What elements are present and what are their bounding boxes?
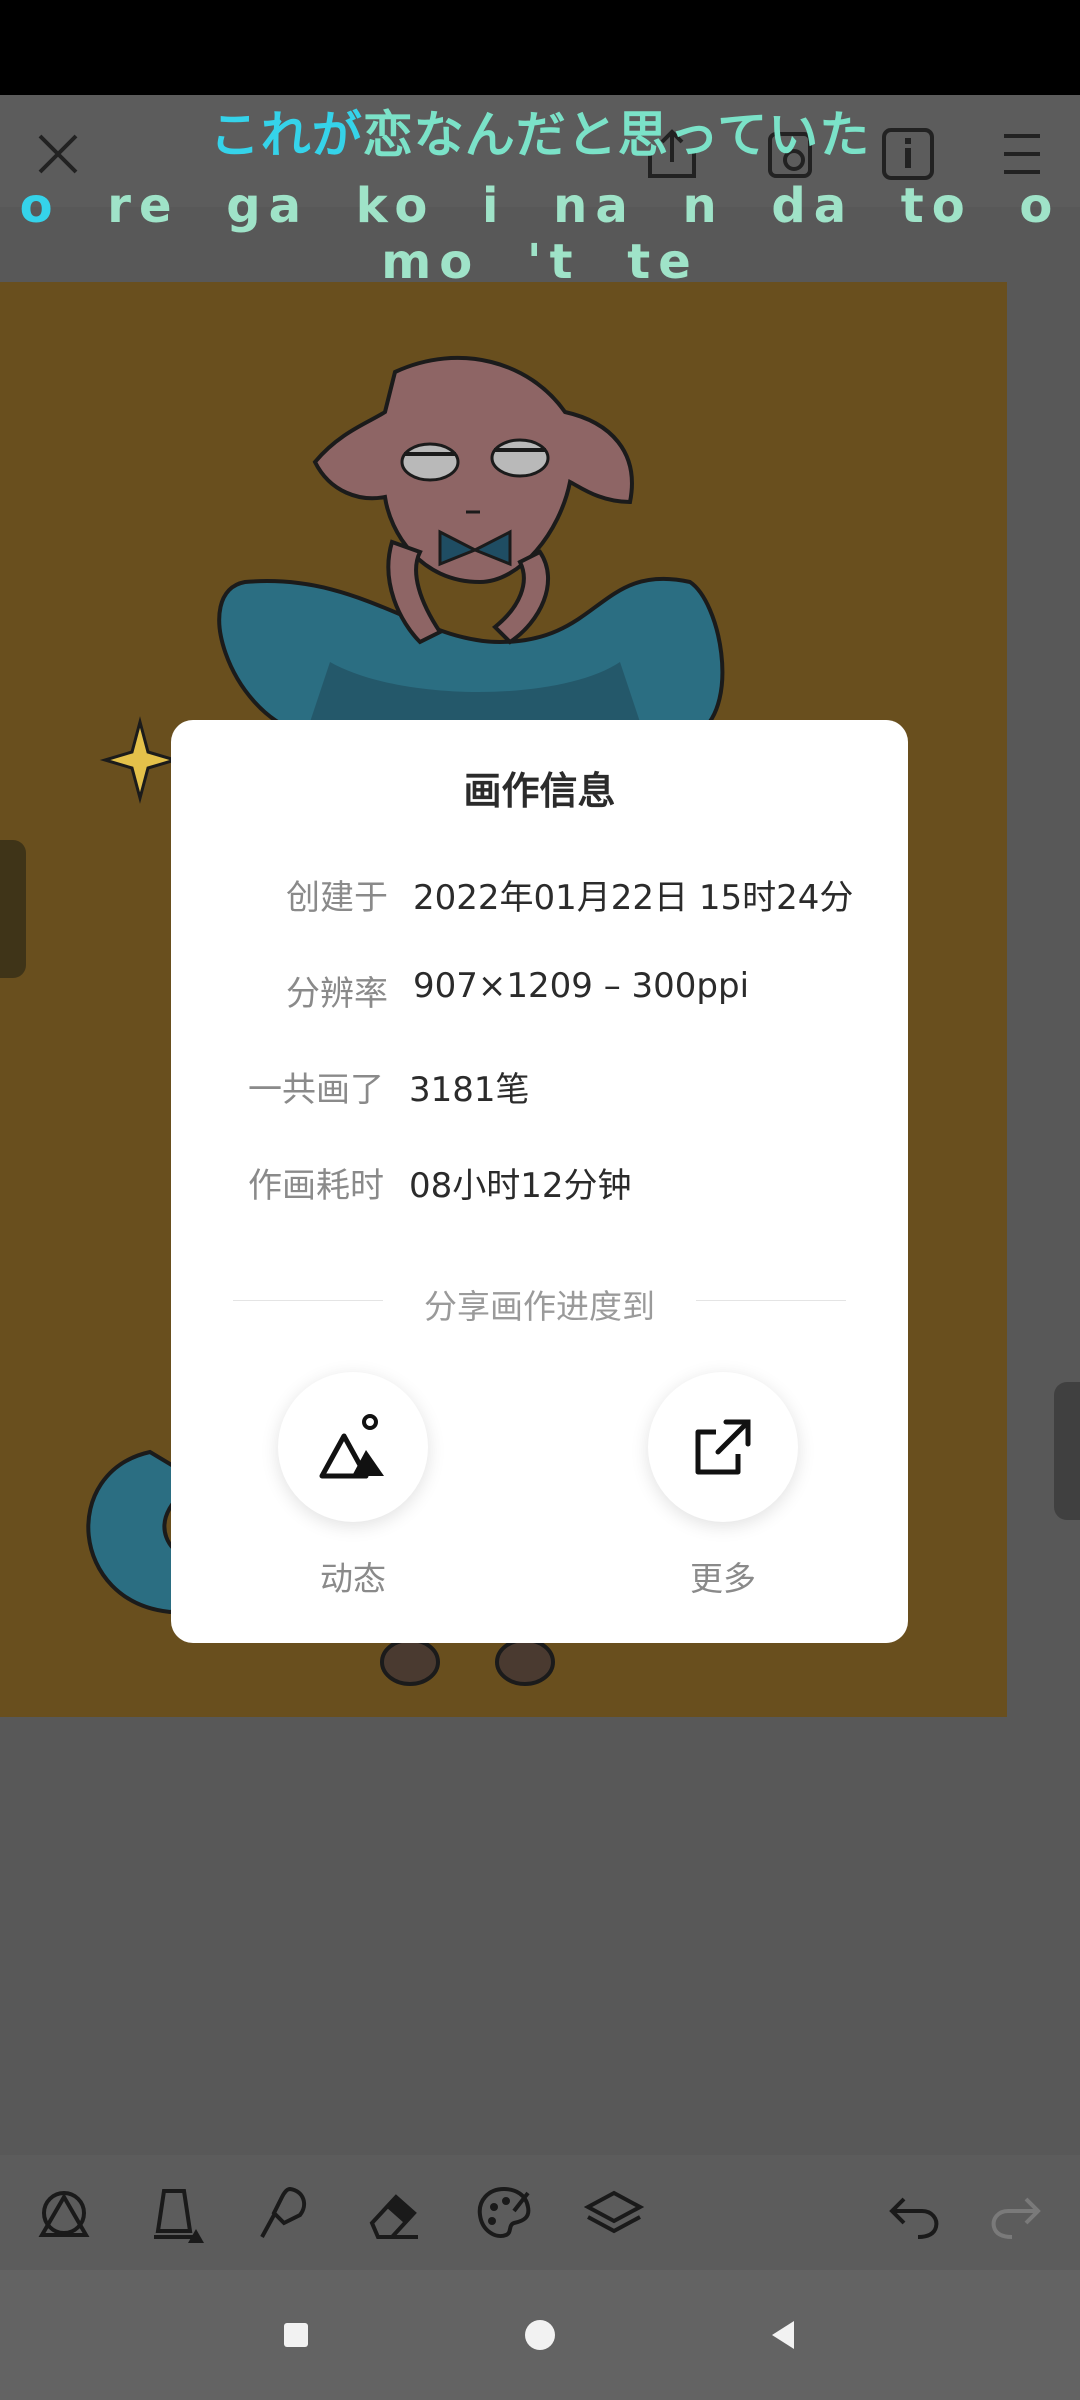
info-label: 作画耗时 (248, 1166, 384, 1206)
eraser-tool-icon[interactable] (364, 2183, 424, 2243)
artwork-info-dialog: 画作信息 创建于 2022年01月22日 15时24分 分辨率 907×1209… (171, 720, 908, 1643)
palette-icon[interactable] (474, 2183, 534, 2243)
share-heading: 分享画作进度到 (233, 1280, 846, 1326)
divider (696, 1300, 846, 1301)
home-icon[interactable] (520, 2315, 560, 2355)
share-icon[interactable] (760, 122, 824, 186)
redo-icon[interactable] (986, 2183, 1046, 2243)
info-value: 907×1209 – 300ppi (413, 966, 750, 1006)
undo-icon[interactable] (884, 2183, 944, 2243)
info-row-duration: 作画耗时 08小时12分钟 (171, 1158, 908, 1218)
shape-tool-icon[interactable] (34, 2183, 94, 2243)
info-label: 一共画了 (248, 1070, 384, 1110)
share-more-label: 更多 (690, 1559, 756, 1598)
back-icon[interactable] (764, 2315, 804, 2355)
info-icon[interactable] (876, 122, 940, 186)
moments-icon[interactable] (278, 1372, 428, 1522)
external-link-icon[interactable] (648, 1372, 798, 1522)
dialog-title: 画作信息 (463, 769, 616, 813)
left-slider-handle[interactable] (0, 840, 26, 978)
share-more-button[interactable]: 更多 (648, 1372, 798, 1600)
export-icon[interactable] (640, 122, 704, 186)
share-heading-text: 分享画作进度到 (424, 1287, 655, 1326)
info-row-strokes: 一共画了 3181笔 (171, 1062, 908, 1122)
info-row-created: 创建于 2022年01月22日 15时24分 (171, 870, 908, 930)
info-label: 分辨率 (286, 974, 388, 1014)
info-label: 创建于 (286, 878, 388, 918)
close-icon[interactable] (26, 122, 90, 186)
layers-icon[interactable] (583, 2183, 645, 2243)
brush-tool-icon[interactable] (254, 2183, 314, 2243)
share-moments-label: 动态 (320, 1559, 386, 1598)
recents-icon[interactable] (276, 2315, 316, 2355)
status-bar (0, 0, 1080, 95)
right-slider-handle[interactable] (1054, 1382, 1080, 1520)
share-moments-button[interactable]: 动态 (278, 1372, 428, 1600)
fill-tool-icon[interactable] (144, 2183, 204, 2243)
menu-icon[interactable] (990, 122, 1054, 186)
info-row-resolution: 分辨率 907×1209 – 300ppi (171, 966, 908, 1026)
info-value: 08小时12分钟 (409, 1166, 632, 1206)
info-value: 3181笔 (409, 1070, 530, 1110)
info-value: 2022年01月22日 15时24分 (413, 878, 854, 918)
